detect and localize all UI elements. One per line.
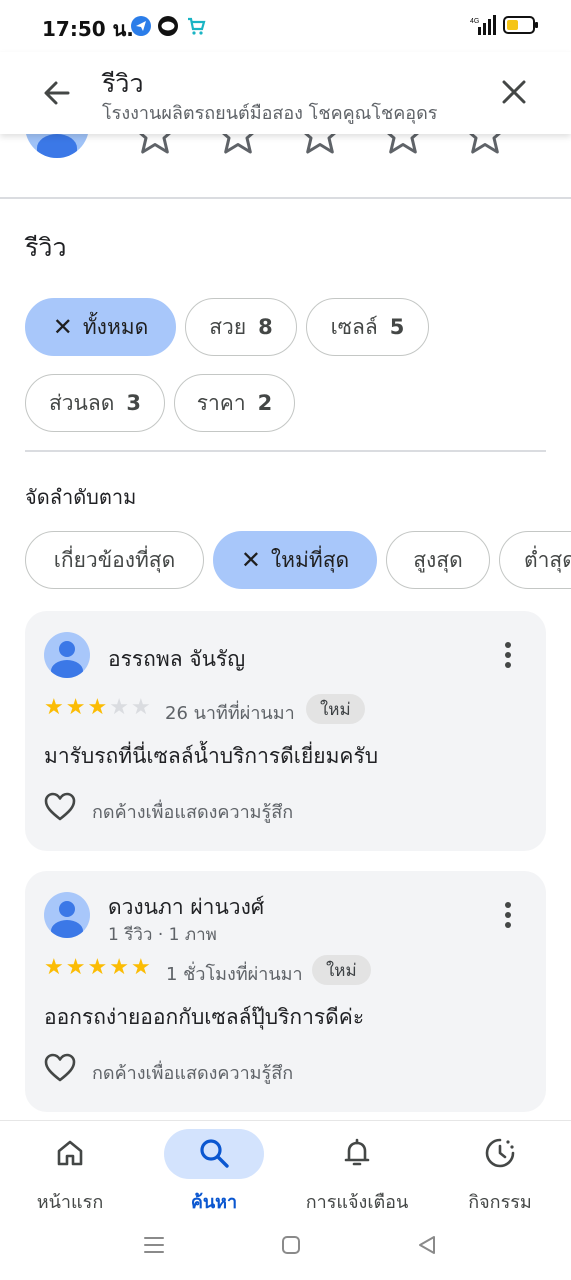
star-filled-icon: ★ — [44, 695, 64, 720]
divider — [0, 197, 571, 199]
bell-icon — [344, 1138, 370, 1166]
clear-filter-icon: ✕ — [52, 313, 73, 341]
rate-star-4-icon[interactable] — [381, 134, 425, 156]
reviewer-avatar[interactable] — [44, 892, 90, 938]
rate-star-2-icon[interactable] — [216, 134, 260, 156]
sort-chip-newest[interactable]: ✕ ใหม่ที่สุด — [213, 531, 377, 589]
status-time: 17:50 น. — [42, 17, 134, 41]
filter-chip-price[interactable]: ราคา 2 — [174, 374, 295, 432]
chip-label: สูงสุด — [413, 547, 463, 572]
nav-activity[interactable]: กิจกรรม — [430, 1121, 570, 1221]
app-bar: รีวิว โรงงานผลิตรถยนต์มือสอง โชคคูณโชคอุ… — [0, 52, 571, 134]
star-filled-icon: ★ — [130, 955, 151, 980]
chip-label: ส่วนลด — [48, 390, 115, 415]
bottom-navigation: หน้าแรก ค้นหา การแจ้งเตือน กิจกรรม — [0, 1120, 571, 1220]
review-card: ดวงนภา ผ่านวงศ์ 1 รีวิว · 1 ภาพ ★ ★ ★ ★ ★ 1 … — [25, 871, 546, 1112]
star-empty-icon: ★ — [109, 695, 129, 720]
react-hint: กดค้างเพื่อแสดงความรู้สึก — [92, 802, 294, 823]
search-icon — [200, 1139, 229, 1168]
chip-label: ทั้งหมด — [82, 314, 149, 339]
star-filled-icon: ★ — [65, 955, 86, 980]
star-filled-icon: ★ — [65, 695, 86, 720]
rate-and-review-row — [0, 134, 571, 198]
star-filled-icon: ★ — [87, 695, 108, 720]
chip-count: 5 — [389, 315, 405, 339]
filter-chip-discount[interactable]: ส่วนลด 3 — [25, 374, 165, 432]
divider — [25, 450, 546, 452]
new-badge: ใหม่ — [312, 955, 371, 985]
filter-chip-all[interactable]: ✕ ทั้งหมด — [25, 298, 176, 356]
activity-icon — [485, 1138, 515, 1168]
star-filled-icon: ★ — [87, 955, 108, 980]
chip-label: เกี่ยวข้องที่สุด — [53, 547, 176, 572]
sort-chip-relevant[interactable]: เกี่ยวข้องที่สุด — [25, 531, 204, 589]
nav-label: การแจ้งเตือน — [305, 1192, 409, 1213]
shop-icon — [186, 16, 206, 36]
chip-label: ต่ำสุด — [524, 547, 571, 572]
sort-label: จัดลำดับตาม — [25, 485, 137, 509]
reviewer-name[interactable]: อรรถพล จันรัญ — [108, 643, 245, 676]
back-button-icon[interactable] — [416, 1234, 438, 1256]
chip-label: สวย — [209, 314, 247, 339]
status-bar: 17:50 น. 4G — [0, 0, 571, 52]
telegram-icon — [131, 16, 151, 36]
nav-home[interactable]: หน้าแรก — [0, 1121, 140, 1221]
chip-count: 3 — [126, 391, 142, 415]
rating-stars: ★ ★ ★ ★ ★ — [44, 697, 151, 719]
chip-label: เซลล์ — [330, 314, 378, 339]
reviewer-avatar[interactable] — [44, 632, 90, 678]
system-navigation-bar — [0, 1220, 571, 1280]
place-name: โรงงานผลิตรถยนต์มือสอง โชคคูณโชคอุดร — [102, 103, 438, 124]
rate-star-3-icon[interactable] — [298, 134, 342, 156]
heart-icon[interactable] — [44, 792, 76, 822]
clear-sort-icon: ✕ — [240, 546, 261, 574]
sort-chip-highest[interactable]: สูงสุด — [386, 531, 490, 589]
chip-count: 2 — [257, 391, 273, 415]
network-type-label: 4G — [470, 18, 479, 25]
new-badge: ใหม่ — [306, 694, 365, 724]
recent-apps-icon[interactable] — [143, 1234, 165, 1256]
star-filled-icon: ★ — [44, 955, 64, 980]
heart-icon[interactable] — [44, 1053, 76, 1083]
home-button-icon[interactable] — [280, 1234, 302, 1256]
review-text: ออกรถง่ายออกกับเซลล์ปุ๊บริการดีค่ะ — [44, 1005, 365, 1029]
line-icon — [158, 16, 178, 36]
chip-label: ราคา — [196, 390, 246, 415]
reviews-section-title: รีวิว — [25, 233, 67, 262]
close-icon[interactable] — [498, 76, 530, 108]
chip-count: 8 — [258, 315, 273, 339]
react-hint: กดค้างเพื่อแสดงความรู้สึก — [92, 1063, 294, 1084]
review-text: มารับรถที่นี่เซลล์น้ำบริการดีเยี่ยมครับ — [44, 744, 379, 768]
reviewer-name[interactable]: ดวงนภา ผ่านวงศ์ — [108, 891, 264, 924]
nav-label: หน้าแรก — [36, 1192, 104, 1213]
nav-notifications[interactable]: การแจ้งเตือน — [287, 1121, 427, 1221]
star-filled-icon: ★ — [109, 955, 129, 980]
rating-stars: ★ ★ ★ ★ ★ — [44, 957, 151, 979]
nav-search[interactable]: ค้นหา — [144, 1121, 284, 1221]
more-options-icon[interactable] — [499, 640, 517, 670]
review-time: 26 นาทีที่ผ่านมา — [165, 703, 295, 724]
battery-icon — [503, 16, 538, 34]
user-avatar — [25, 134, 89, 158]
rate-star-5-icon[interactable] — [463, 134, 507, 156]
review-time: 1 ชั่วโมงที่ผ่านมา — [166, 964, 303, 985]
nav-label: ค้นหา — [190, 1192, 238, 1213]
filter-chip-beautiful[interactable]: สวย 8 — [185, 298, 297, 356]
chip-label: ใหม่ที่สุด — [270, 547, 350, 572]
sort-chip-lowest[interactable]: ต่ำสุด — [499, 531, 571, 589]
home-icon — [57, 1140, 83, 1166]
signal-icon: 4G — [470, 15, 496, 35]
back-arrow-icon[interactable] — [40, 76, 74, 110]
rate-star-1-icon[interactable] — [133, 134, 177, 156]
nav-label: กิจกรรม — [468, 1192, 532, 1213]
star-empty-icon: ★ — [130, 695, 151, 720]
more-options-icon[interactable] — [499, 900, 517, 930]
filter-chip-sales[interactable]: เซลล์ 5 — [306, 298, 429, 356]
reviewer-stats: 1 รีวิว · 1 ภาพ — [108, 925, 217, 945]
review-card: อรรถพล จันรัญ ★ ★ ★ ★ ★ 26 นาทีที่ผ่านมา ใหม… — [25, 611, 546, 851]
